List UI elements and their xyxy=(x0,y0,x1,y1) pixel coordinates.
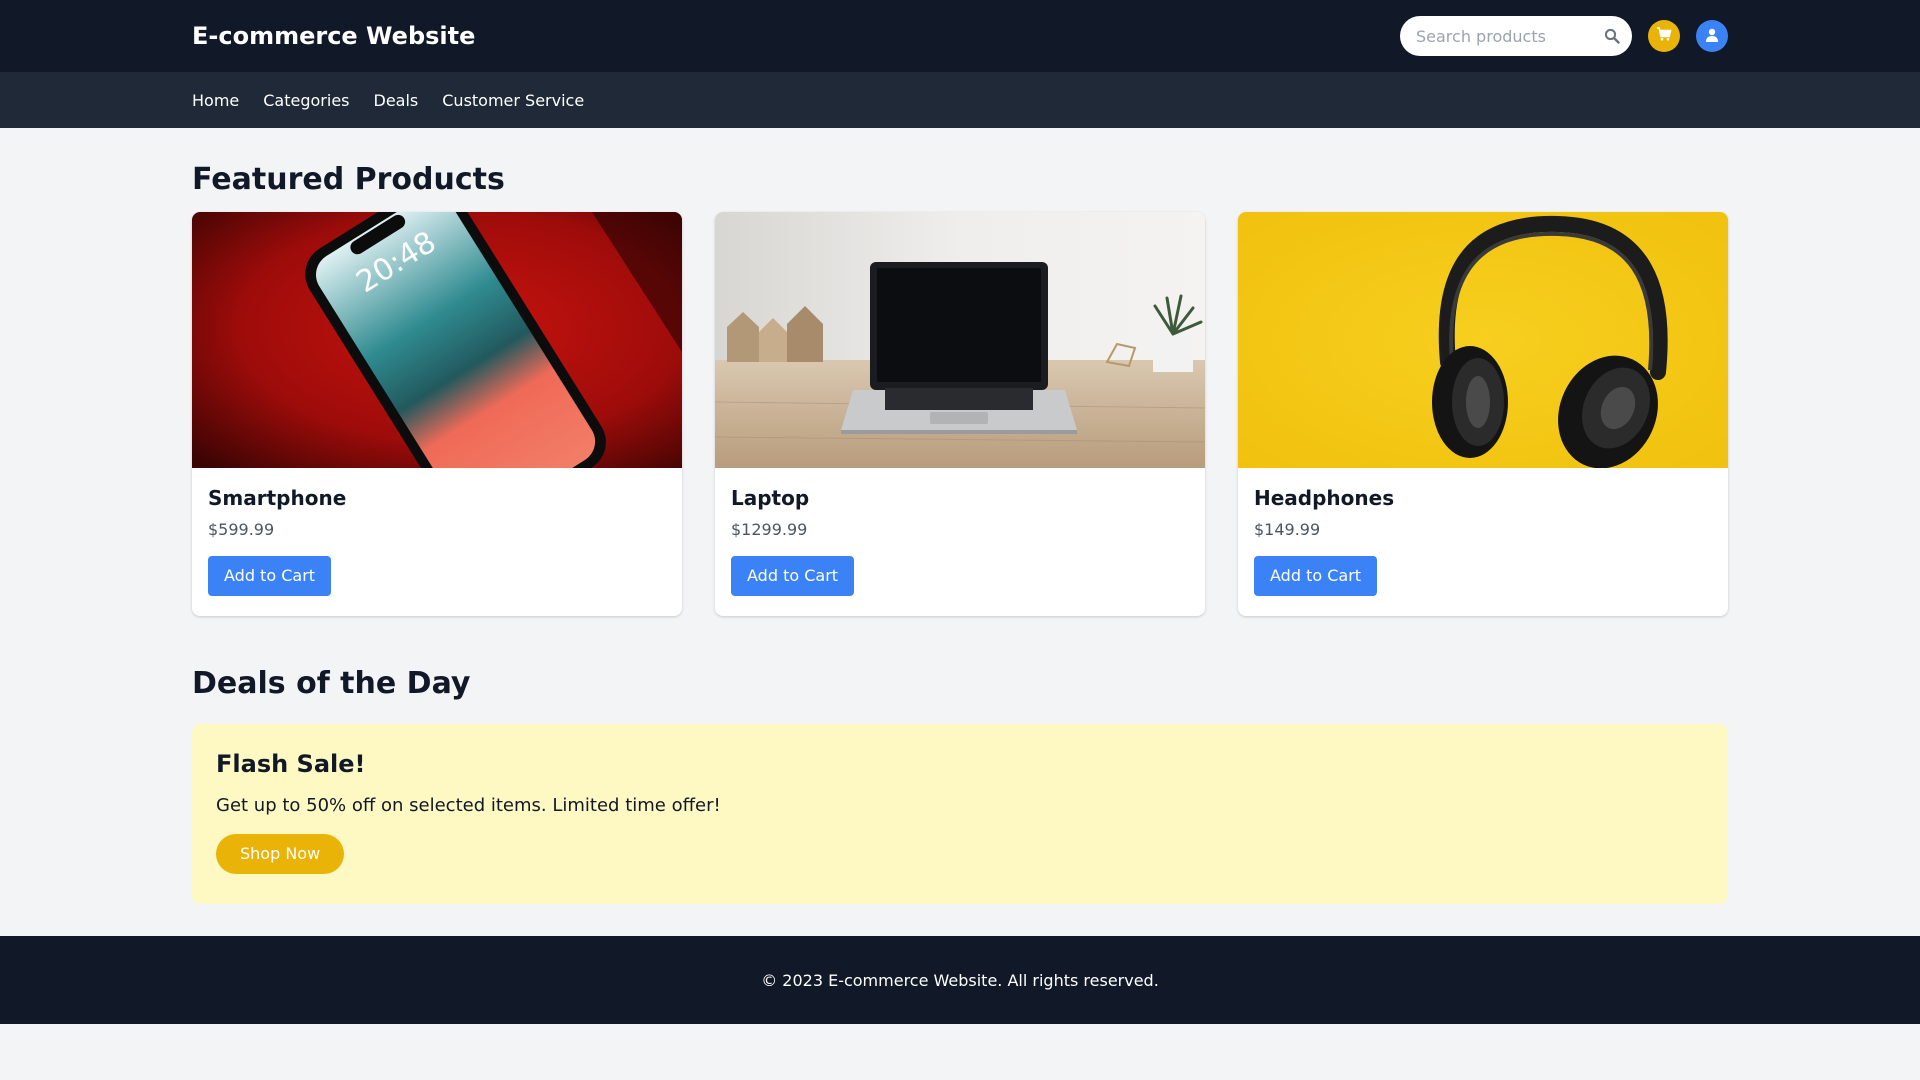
flash-sale-banner: Flash Sale! Get up to 50% off on selecte… xyxy=(192,724,1728,904)
product-name: Smartphone xyxy=(208,486,347,510)
deals-section-title: Deals of the Day xyxy=(192,666,471,701)
product-price: $1299.99 xyxy=(731,520,808,539)
product-price: $149.99 xyxy=(1254,520,1321,539)
product-price: $599.99 xyxy=(208,520,275,539)
product-name: Laptop xyxy=(731,486,810,510)
product-name: Headphones xyxy=(1254,486,1395,510)
nav-item-home[interactable]: Home xyxy=(192,91,239,110)
header-actions xyxy=(1400,16,1728,56)
nav-item-deals[interactable]: Deals xyxy=(374,91,419,110)
nav-item-customer-service[interactable]: Customer Service xyxy=(442,91,584,110)
cart-icon xyxy=(1656,26,1672,46)
flash-sale-description: Get up to 50% off on selected items. Lim… xyxy=(216,795,721,816)
search-box xyxy=(1400,16,1632,56)
user-icon xyxy=(1705,27,1719,46)
user-account-button[interactable] xyxy=(1696,20,1728,52)
product-card-headphones: Headphones $149.99 Add to Cart xyxy=(1238,212,1728,616)
add-to-cart-button[interactable]: Add to Cart xyxy=(731,556,855,596)
featured-products-title: Featured Products xyxy=(192,162,505,197)
main-content: Featured Products 20:48 Smartphone $599.… xyxy=(192,160,1728,904)
search-icon[interactable] xyxy=(1604,28,1620,44)
cart-button[interactable] xyxy=(1648,20,1680,52)
add-to-cart-button[interactable]: Add to Cart xyxy=(1254,556,1378,596)
site-footer: © 2023 E-commerce Website. All rights re… xyxy=(0,936,1920,1024)
laptop-image[interactable] xyxy=(715,212,1205,468)
shop-now-button[interactable]: Shop Now xyxy=(216,834,345,874)
product-card-smartphone: 20:48 Smartphone $599.99 Add to Cart xyxy=(192,212,682,616)
site-brand[interactable]: E-commerce Website xyxy=(192,22,475,50)
add-to-cart-button[interactable]: Add to Cart xyxy=(208,556,332,596)
main-nav: Home Categories Deals Customer Service xyxy=(0,72,1920,128)
flash-sale-title: Flash Sale! xyxy=(216,750,366,778)
product-card-laptop: Laptop $1299.99 Add to Cart xyxy=(715,212,1205,616)
site-header: E-commerce Website xyxy=(0,0,1920,72)
copyright-text: © 2023 E-commerce Website. All rights re… xyxy=(761,970,1159,990)
smartphone-image[interactable]: 20:48 xyxy=(192,212,682,468)
search-input[interactable] xyxy=(1400,16,1632,56)
nav-item-categories[interactable]: Categories xyxy=(263,91,349,110)
headphones-image[interactable] xyxy=(1238,212,1728,468)
product-grid: 20:48 Smartphone $599.99 Add to Cart Lap… xyxy=(192,212,1728,616)
